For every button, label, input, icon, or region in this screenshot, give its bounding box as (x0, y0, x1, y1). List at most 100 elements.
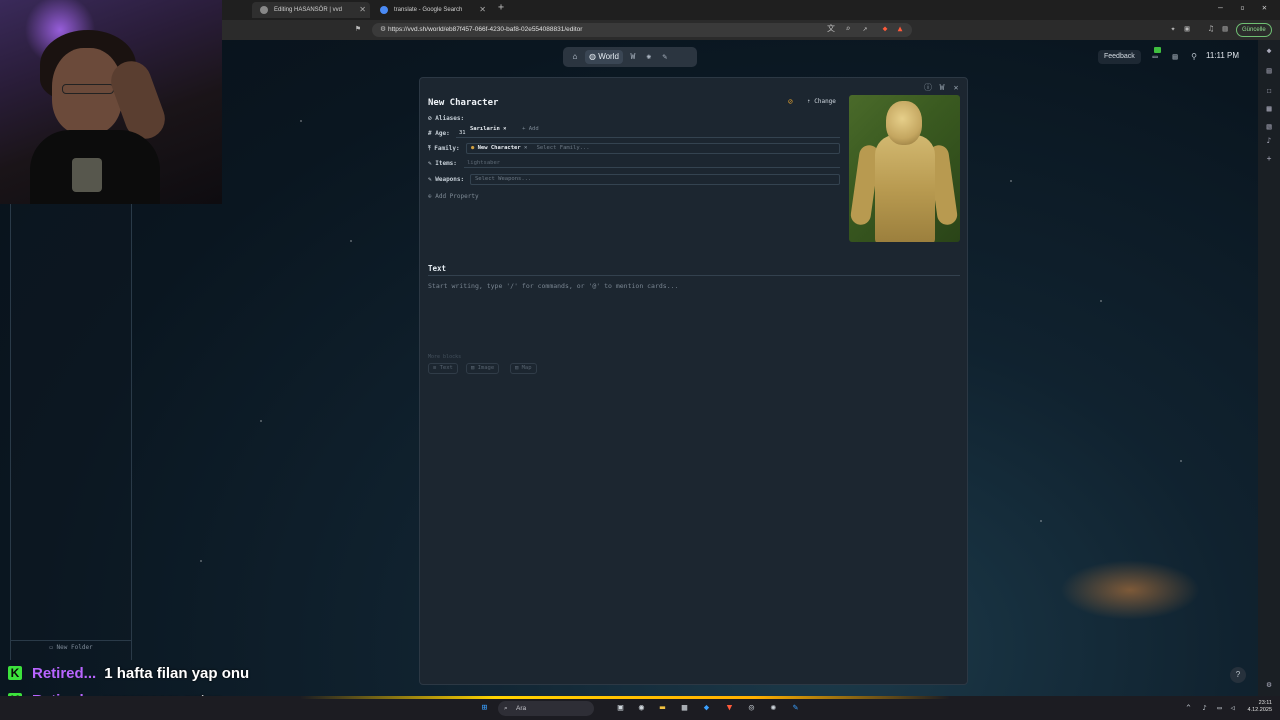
tab-title: Editing HASANSÖR | vvd (274, 7, 342, 13)
inbox-icon[interactable]: ▭ (1150, 52, 1160, 62)
widgets-icon[interactable]: ◉ (636, 703, 647, 714)
media-icon[interactable]: ♫ (1206, 24, 1216, 34)
world-label: World (598, 52, 619, 61)
new-folder-button[interactable]: ▭ New Folder (10, 640, 132, 654)
bookmark-icon[interactable]: ⚑ (353, 24, 363, 34)
taskbar-clock[interactable]: 23:11 4.12.2025 (1236, 700, 1272, 714)
help-button[interactable]: ? (1230, 667, 1246, 683)
age-label: # Age: (428, 130, 450, 137)
extensions-icon[interactable]: ✦ (1168, 24, 1178, 34)
eye-off-icon[interactable]: ⊘ (788, 97, 793, 106)
file-explorer-icon[interactable]: ▬ (657, 703, 668, 714)
translate-icon[interactable]: 文 (826, 24, 836, 34)
text-editor[interactable]: Start writing, type '/' for commands, or… (428, 282, 678, 290)
window-close-icon[interactable]: ✕ (1262, 3, 1267, 12)
sidebar-history-icon[interactable]: ▦ (1264, 104, 1274, 114)
items-value: lightsaber (467, 160, 501, 166)
add-map-block-button[interactable]: ▥ Map (510, 363, 537, 374)
sidebar-add-icon[interactable]: + (1264, 154, 1274, 164)
search-placeholder: Ara (516, 705, 527, 712)
chat-username: Retired... (32, 664, 97, 682)
taskbar-search[interactable]: ⌕ Ara (498, 701, 594, 716)
section-divider (428, 275, 960, 276)
editor-app-icon[interactable]: ✎ (790, 703, 801, 714)
items-label-text: Items: (435, 160, 457, 167)
tab-favicon-icon (260, 6, 268, 14)
add-text-block-button[interactable]: ≡ Text (428, 363, 458, 374)
task-view-icon[interactable]: ▣ (615, 703, 626, 714)
share-icon[interactable]: ↗ (860, 24, 870, 34)
restore-icon[interactable]: ▫ (1240, 3, 1245, 12)
tab-close-icon[interactable]: ✕ (359, 2, 366, 18)
new-tab-icon[interactable]: + (498, 2, 504, 13)
chat-text: 1 hafta filan yap onu (104, 664, 250, 682)
family-select[interactable]: ● New Character × Select Family... (466, 143, 840, 154)
pen-icon[interactable]: ✎ (657, 50, 673, 64)
sidebar-brave-icon[interactable]: ◆ (1264, 46, 1274, 56)
remove-chip-icon[interactable]: × (524, 145, 527, 151)
store-icon[interactable]: ▦ (679, 703, 690, 714)
brave-shield-icon[interactable]: ◆ (880, 24, 890, 34)
feedback-label: Feedback (1104, 53, 1135, 60)
network-tray-icon[interactable]: ▭ (1214, 703, 1225, 714)
sidebar-bookmarks-icon[interactable]: ☐ (1264, 86, 1274, 96)
webcam-overlay (0, 0, 222, 204)
location-icon[interactable]: ⚲ (1189, 52, 1199, 62)
taskbar-glow (300, 696, 950, 699)
taskbar-time: 23:11 (1258, 700, 1272, 706)
minimize-icon[interactable]: — (1218, 3, 1223, 12)
tab-close-icon[interactable]: ✕ (479, 2, 486, 18)
block-label: Text (439, 365, 453, 371)
sidebar-wallet-icon[interactable]: ▧ (1264, 122, 1274, 132)
search-icon: ⌕ (504, 705, 508, 712)
items-input[interactable]: lightsaber (464, 158, 840, 168)
add-image-block-button[interactable]: ▨ Image (466, 363, 500, 374)
browser-tab-translate[interactable]: translate - Google Search ✕ (372, 2, 490, 18)
family-chip-text: New Character (477, 145, 521, 151)
age-value: 31 (459, 130, 466, 136)
browser-tab-editing[interactable]: Editing HASANSÖR | vvd ✕ (252, 2, 370, 18)
archive-icon[interactable]: ▤ (1170, 52, 1180, 62)
character-title[interactable]: New Character (428, 98, 498, 108)
vscode-icon[interactable]: ◆ (701, 703, 712, 714)
age-input[interactable]: 31 (456, 128, 840, 138)
add-property-button[interactable]: ⊕ Add Property (428, 193, 479, 200)
network-icon[interactable]: ✺ (641, 50, 657, 64)
character-portrait-image[interactable] (849, 95, 960, 242)
snowflake (1040, 520, 1042, 522)
site-info-icon[interactable]: ⚙ (378, 24, 388, 34)
sidebar-music-icon[interactable]: ♪ (1264, 136, 1274, 146)
change-label: Change (814, 98, 836, 105)
feedback-button[interactable]: Feedback (1098, 50, 1141, 64)
writing-mode-icon[interactable]: W (937, 83, 947, 93)
update-label: Güncelle (1242, 27, 1266, 33)
snowflake (350, 240, 352, 242)
sidebar-toggle-icon[interactable]: ▣ (1182, 24, 1192, 34)
browser-right-sidebar: ◆ ▤ ☐ ▦ ▧ ♪ + ⚙ (1258, 40, 1280, 696)
sidebar-reading-icon[interactable]: ▤ (1264, 66, 1274, 76)
app-icon[interactable]: ✺ (768, 703, 779, 714)
snowflake (200, 560, 202, 562)
obs-icon[interactable]: ◎ (746, 703, 757, 714)
microphone-icon[interactable]: ♪ (1199, 703, 1210, 714)
family-chip[interactable]: ● New Character × (471, 144, 527, 153)
writing-icon[interactable]: W (625, 50, 641, 64)
tray-overflow-icon[interactable]: ^ (1183, 703, 1194, 714)
change-image-button[interactable]: ⇡ Change (807, 98, 836, 105)
map-block-icon: ▥ (515, 365, 522, 371)
weapons-select[interactable]: Select Weapons... (470, 174, 840, 185)
brave-browser-icon[interactable]: ▼ (724, 703, 735, 714)
snowflake (1010, 180, 1012, 182)
windows-start-icon[interactable]: ⊞ (479, 703, 490, 714)
split-view-icon[interactable]: ▥ (1220, 24, 1230, 34)
sidebar-settings-icon[interactable]: ⚙ (1264, 680, 1274, 690)
world-button[interactable]: ◍ World (585, 50, 623, 64)
browser-update-button[interactable]: Güncelle (1236, 23, 1272, 37)
info-icon[interactable]: ⓘ (923, 83, 933, 93)
panel-close-icon[interactable]: ✕ (951, 83, 961, 93)
character-editor-panel: ⓘ W ✕ New Character ⊘ ⇡ Change ⊘ Aliases… (419, 77, 968, 685)
home-icon[interactable]: ⌂ (567, 50, 583, 64)
brave-rewards-icon[interactable]: ▲ (895, 24, 905, 34)
snowflake (300, 120, 302, 122)
zoom-icon[interactable]: ⌕ (843, 24, 853, 34)
